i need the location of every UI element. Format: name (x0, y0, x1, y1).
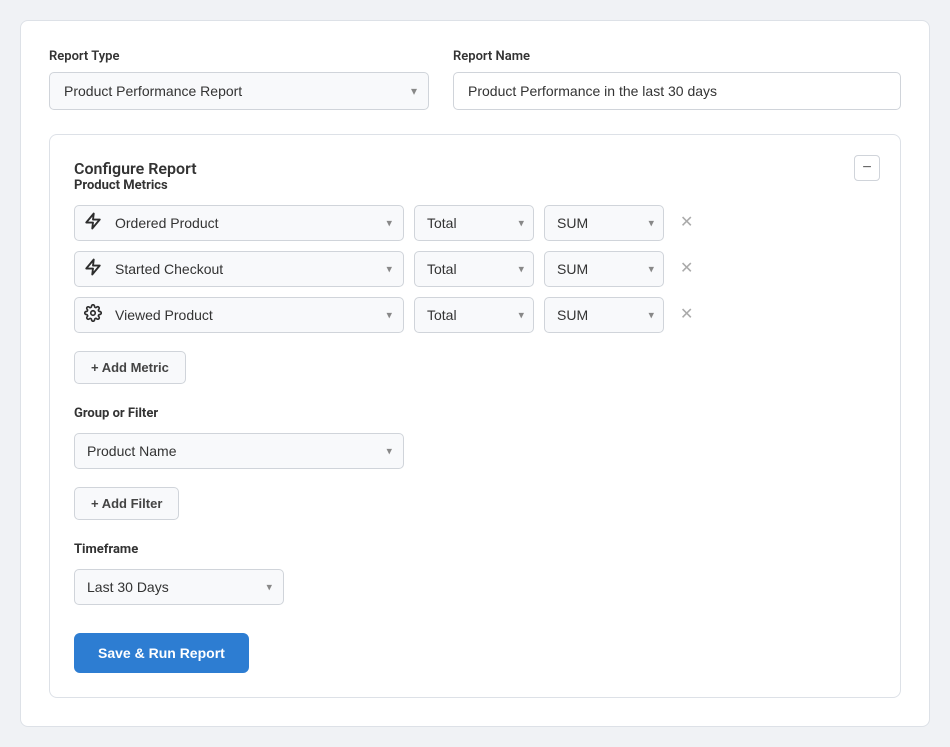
metric-1-agg-func-select[interactable]: SUM AVG COUNT (544, 205, 664, 241)
timeframe-label: Timeframe (74, 542, 876, 557)
add-metric-button[interactable]: + Add Metric (74, 351, 186, 384)
metric-3-select[interactable]: Ordered Product Started Checkout Viewed … (74, 297, 404, 333)
metric-1-agg-func-wrapper: SUM AVG COUNT ▾ (544, 205, 664, 241)
report-name-input[interactable] (453, 72, 901, 110)
metric-1-select[interactable]: Ordered Product Started Checkout Viewed … (74, 205, 404, 241)
report-type-group: Report Type Product Performance Report C… (49, 49, 429, 110)
metric-1-remove-button[interactable]: ✕ (674, 211, 699, 235)
metric-2-select[interactable]: Ordered Product Started Checkout Viewed … (74, 251, 404, 287)
metric-3-select-wrapper: Ordered Product Started Checkout Viewed … (74, 297, 404, 333)
filter-select-wrapper: Product Name Category SKU Variant ▾ (74, 433, 404, 469)
report-type-select-wrapper: Product Performance Report Customer Repo… (49, 72, 429, 110)
metric-2-remove-button[interactable]: ✕ (674, 257, 699, 281)
metric-2-agg-type-select[interactable]: Total Unique Per User (414, 251, 534, 287)
metric-3-agg-type-wrapper: Total Unique Per User ▾ (414, 297, 534, 333)
metric-3-agg-func-wrapper: SUM AVG COUNT ▾ (544, 297, 664, 333)
metric-3-agg-type-select[interactable]: Total Unique Per User (414, 297, 534, 333)
metric-row-2: Ordered Product Started Checkout Viewed … (74, 251, 876, 287)
filter-row-1: Product Name Category SKU Variant ▾ (74, 433, 876, 469)
top-row: Report Type Product Performance Report C… (49, 49, 901, 110)
timeframe-select[interactable]: Last 7 Days Last 30 Days Last 90 Days Th… (74, 569, 284, 605)
report-name-group: Report Name (453, 49, 901, 110)
report-type-label: Report Type (49, 49, 429, 64)
product-metrics-label: Product Metrics (74, 178, 876, 193)
metric-2-select-wrapper: Ordered Product Started Checkout Viewed … (74, 251, 404, 287)
metric-2-agg-type-wrapper: Total Unique Per User ▾ (414, 251, 534, 287)
group-filter-section: Group or Filter Product Name Category SK… (74, 406, 876, 520)
metric-2-agg-func-wrapper: SUM AVG COUNT ▾ (544, 251, 664, 287)
add-filter-button[interactable]: + Add Filter (74, 487, 179, 520)
page-container: Report Type Product Performance Report C… (20, 20, 930, 727)
timeframe-section: Timeframe Last 7 Days Last 30 Days Last … (74, 542, 876, 605)
metric-row-3: Ordered Product Started Checkout Viewed … (74, 297, 876, 333)
metric-1-agg-type-wrapper: Total Unique Per User ▾ (414, 205, 534, 241)
save-run-button[interactable]: Save & Run Report (74, 633, 249, 673)
minimize-button[interactable]: − (854, 155, 880, 181)
metric-2-agg-func-select[interactable]: SUM AVG COUNT (544, 251, 664, 287)
metric-3-agg-func-select[interactable]: SUM AVG COUNT (544, 297, 664, 333)
configure-title: Configure Report (74, 159, 197, 178)
timeframe-select-wrapper: Last 7 Days Last 30 Days Last 90 Days Th… (74, 569, 284, 605)
metric-1-select-wrapper: Ordered Product Started Checkout Viewed … (74, 205, 404, 241)
report-type-select[interactable]: Product Performance Report Customer Repo… (49, 72, 429, 110)
report-name-label: Report Name (453, 49, 901, 64)
group-filter-label: Group or Filter (74, 406, 876, 421)
metric-row-1: Ordered Product Started Checkout Viewed … (74, 205, 876, 241)
metric-3-remove-button[interactable]: ✕ (674, 303, 699, 327)
product-metrics-section: Product Metrics Ordered Product Started … (74, 178, 876, 384)
metric-1-agg-type-select[interactable]: Total Unique Per User (414, 205, 534, 241)
configure-panel: Configure Report − Product Metrics Order… (49, 134, 901, 698)
filter-select[interactable]: Product Name Category SKU Variant (74, 433, 404, 469)
